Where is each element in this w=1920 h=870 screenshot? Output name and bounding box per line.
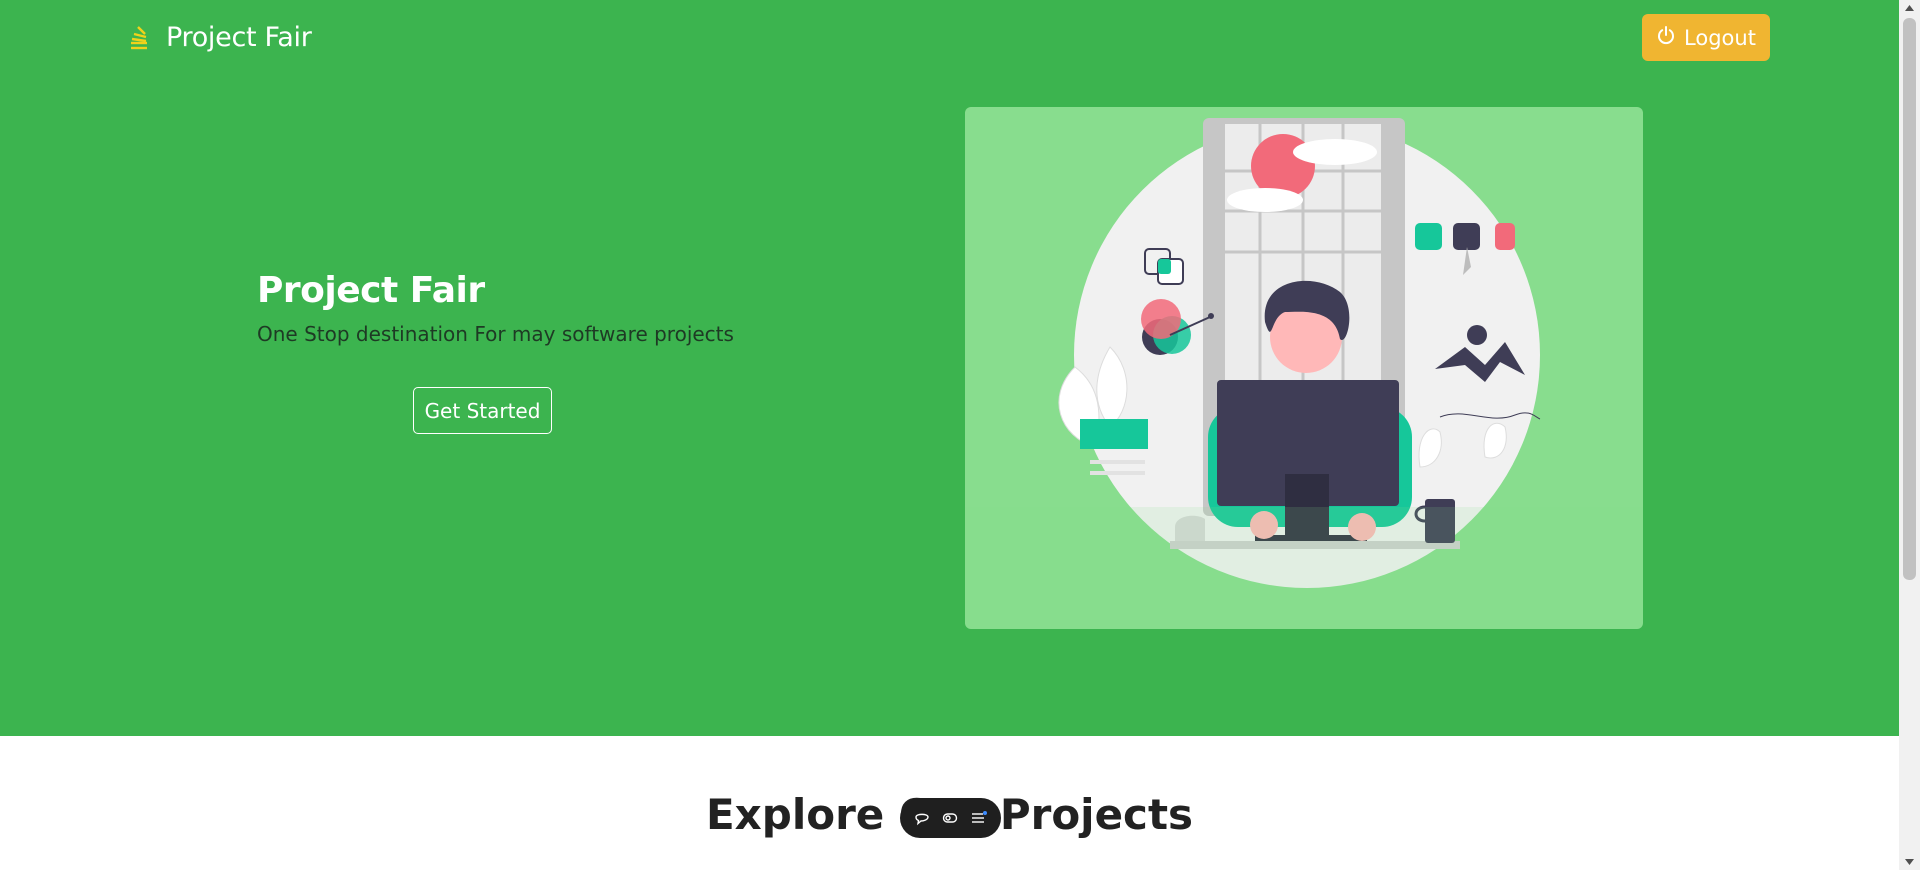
hero-illustration <box>965 107 1643 629</box>
brand-link[interactable]: Project Fair <box>128 20 312 54</box>
get-started-button[interactable]: Get Started <box>413 387 552 434</box>
hero-title: Project Fair <box>257 270 485 311</box>
scroll-up-icon[interactable] <box>1904 3 1915 13</box>
scroll-thumb[interactable] <box>1903 18 1916 580</box>
logout-label: Logout <box>1684 25 1756 50</box>
navbar: Project Fair Logout <box>0 0 1899 74</box>
list-icon[interactable] <box>967 806 991 830</box>
vertical-scrollbar[interactable] <box>1899 0 1920 870</box>
power-icon <box>1656 25 1676 50</box>
hero-section: Project Fair Logout Project Fair One Sto… <box>0 0 1899 736</box>
scroll-down-icon[interactable] <box>1904 857 1915 867</box>
brand-title: Project Fair <box>166 21 312 53</box>
chat-icon[interactable] <box>910 806 934 830</box>
hero-subtitle: One Stop destination For may software pr… <box>257 322 734 346</box>
eye-toggle-icon[interactable] <box>938 806 962 830</box>
logout-button[interactable]: Logout <box>1642 14 1770 61</box>
developer-illustration <box>965 118 1643 629</box>
floating-toolbar <box>900 798 1001 838</box>
stack-icon <box>128 20 152 54</box>
